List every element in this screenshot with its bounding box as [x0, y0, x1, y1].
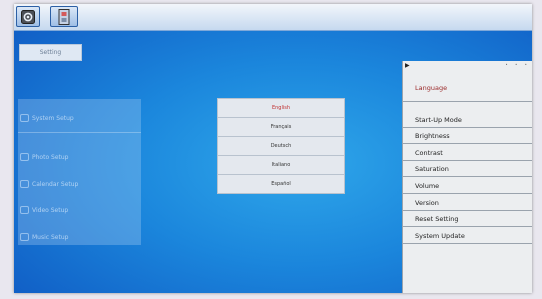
photo-icon: [20, 153, 29, 161]
menu-item-label: Video Setup: [32, 206, 69, 214]
language-option-italiano[interactable]: Italiano: [218, 156, 344, 175]
language-option-label: Français: [270, 124, 292, 130]
menu-item-label: Music Setup: [32, 233, 69, 241]
setting-item-label: Start-Up Mode: [415, 115, 462, 124]
setting-item-label: Reset Setting: [415, 214, 459, 223]
setting-item-brightness[interactable]: Brightness: [403, 128, 532, 144]
language-option-english[interactable]: English: [218, 99, 344, 118]
settings-button[interactable]: [16, 6, 40, 27]
menu-item-photo-setup[interactable]: Photo Setup: [18, 143, 141, 171]
setting-item-label: Brightness: [415, 131, 450, 140]
setting-item-label: Volume: [415, 181, 440, 190]
device-screen: Setting System Setup Photo Setup Calenda…: [14, 4, 532, 293]
language-option-deutsch[interactable]: Deutsch: [218, 137, 344, 156]
setting-item-reset-setting[interactable]: Reset Setting: [403, 211, 532, 227]
menu-item-label: Calendar Setup: [32, 180, 79, 188]
language-option-label: English: [271, 105, 291, 111]
setting-item-label: System Update: [415, 231, 465, 240]
play-icon: ▶: [405, 62, 410, 69]
menu-item-calendar-setup[interactable]: Calendar Setup: [18, 170, 141, 198]
language-option-francais[interactable]: Français: [218, 118, 344, 137]
setting-tab-label: Setting: [39, 49, 62, 56]
setting-item-label: Contrast: [415, 148, 443, 157]
language-list: English Français Deutsch Italiano Españo…: [217, 98, 345, 194]
setting-item-system-update[interactable]: System Update: [403, 228, 532, 244]
language-option-label: Italiano: [271, 162, 291, 168]
language-setting-label: Language: [415, 84, 448, 92]
setting-item-contrast[interactable]: Contrast: [403, 145, 532, 161]
settings-panel: ▶ • • • Language Start-Up Mode Brightnes…: [402, 61, 532, 293]
setting-item-label: Saturation: [415, 164, 449, 173]
menu-item-music-setup[interactable]: Music Setup: [18, 223, 141, 251]
video-icon: [20, 206, 29, 214]
setting-item-version[interactable]: Version: [403, 195, 532, 211]
music-icon: [20, 233, 29, 241]
setting-tab[interactable]: Setting: [19, 44, 82, 61]
menu-item-label: Photo Setup: [32, 153, 69, 161]
language-option-espanol[interactable]: Español: [218, 175, 344, 193]
media-button[interactable]: [50, 6, 78, 27]
setting-item-start-up-mode[interactable]: Start-Up Mode: [403, 112, 532, 128]
setting-item-label: Version: [415, 198, 439, 207]
language-option-label: Español: [271, 181, 291, 187]
language-option-label: Deutsch: [270, 143, 292, 149]
window-controls-icon: • • •: [505, 62, 530, 67]
settings-panel-header[interactable]: ▶ • • • Language: [403, 61, 532, 102]
settings-gear-icon: [21, 9, 35, 24]
film-strip-icon: [58, 8, 70, 25]
calendar-icon: [20, 180, 29, 188]
menu-item-system-setup[interactable]: System Setup: [18, 104, 141, 133]
setting-item-volume[interactable]: Volume: [403, 178, 532, 194]
menu-item-label: System Setup: [32, 114, 74, 122]
setting-item-saturation[interactable]: Saturation: [403, 161, 532, 177]
top-toolbar: [14, 4, 532, 31]
system-icon: [20, 114, 29, 122]
menu-item-video-setup[interactable]: Video Setup: [18, 196, 141, 224]
left-menu: System Setup Photo Setup Calendar Setup …: [18, 99, 141, 245]
